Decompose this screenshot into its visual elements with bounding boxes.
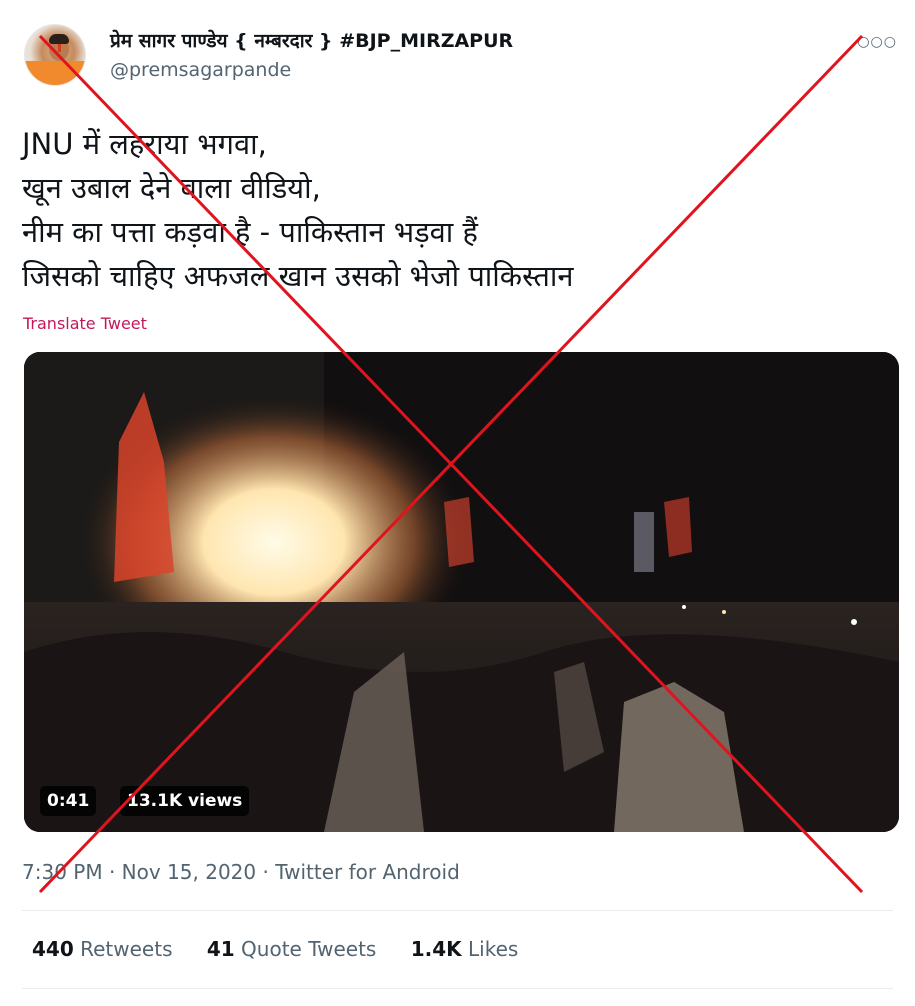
retweets-stat[interactable]: 440 Retweets [32, 937, 172, 961]
more-options-icon[interactable]: ○○○ [857, 34, 897, 50]
retweets-count: 440 [32, 937, 74, 961]
divider [22, 988, 893, 989]
video-frame [24, 352, 899, 832]
avatar-tilak [58, 44, 61, 52]
tweet-line: जिसको चाहिए अफजल खान उसको भेजो पाकिस्तान [22, 259, 574, 293]
tweet-source[interactable]: Twitter for Android [275, 860, 460, 884]
user-handle[interactable]: @premsagarpande [110, 59, 291, 81]
tweet-line: खून उबाल देने वाला वीडियो, [22, 171, 321, 205]
display-name[interactable]: प्रेम सागर पाण्डेय { नम्बरदार } #BJP_MIR… [110, 27, 513, 53]
likes-count: 1.4K [410, 937, 462, 961]
tweet-date[interactable]: Nov 15, 2020 [122, 860, 256, 884]
video-duration-badge: 0:41 [40, 786, 97, 816]
tweet-meta: 7:30 PM · Nov 15, 2020 · Twitter for And… [22, 860, 460, 884]
quote-tweets-stat[interactable]: 41 Quote Tweets [207, 937, 377, 961]
quote-tweets-count: 41 [206, 937, 235, 961]
meta-separator: · [262, 860, 269, 884]
divider [22, 910, 893, 911]
quote-tweets-label: Quote Tweets [241, 937, 377, 961]
avatar-hair [49, 34, 69, 44]
retweets-label: Retweets [80, 937, 173, 961]
video-views-badge: 13.1K views [120, 786, 250, 816]
video-player[interactable]: 0:41 13.1K views [24, 352, 899, 832]
avatar-saffron-cloth [25, 61, 85, 85]
translate-tweet-link[interactable]: Translate Tweet [23, 314, 147, 333]
tweet-line: नीम का पत्ता कड़वा है - पाकिस्तान भड़वा … [22, 215, 478, 249]
likes-label: Likes [468, 937, 519, 961]
meta-separator: · [108, 860, 116, 884]
likes-stat[interactable]: 1.4K Likes [411, 937, 519, 961]
tweet-time[interactable]: 7:30 PM [22, 860, 103, 884]
tweet-line: JNU में लहराया भगवा, [22, 127, 267, 161]
engagement-stats: 440 Retweets 41 Quote Tweets 1.4K Likes [32, 937, 546, 961]
profile-avatar[interactable] [24, 24, 86, 86]
tweet-text: JNU में लहराया भगवा, खून उबाल देने वाला … [22, 122, 892, 298]
